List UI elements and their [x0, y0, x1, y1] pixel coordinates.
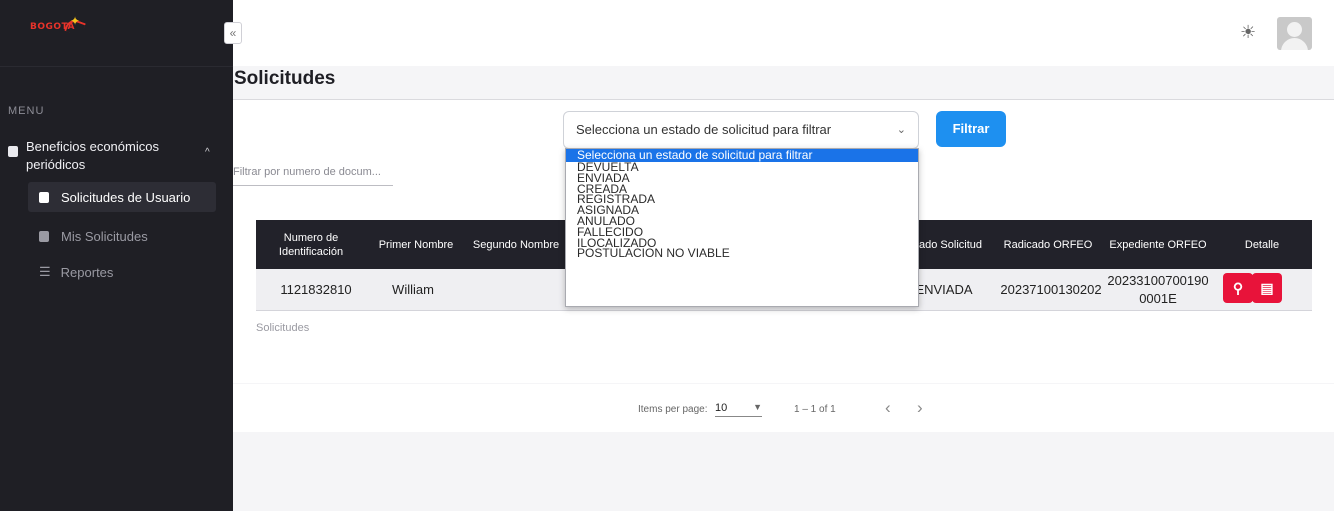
sidebar-divider [0, 66, 233, 67]
menu-label: MENU [8, 105, 45, 117]
dropdown-option[interactable]: POSTULACION NO VIABLE [566, 247, 918, 259]
document-icon [39, 230, 49, 242]
column-header-second-name[interactable]: Segundo Nombre [468, 220, 564, 269]
top-bar [233, 0, 1334, 66]
column-header-detalle: Detalle [1244, 238, 1280, 251]
search-icon: ⚲ [1232, 280, 1244, 296]
clipboard-button[interactable]: ▤ [1252, 273, 1282, 303]
column-header-radicado[interactable]: Radicado ORFEO [992, 220, 1104, 269]
status-dropdown-list: Selecciona un estado de solicitud para f… [565, 148, 919, 307]
page-title: Solicitudes [234, 68, 336, 89]
sidebar-item-mis-solicitudes[interactable]: Mis Solicitudes [28, 221, 216, 251]
bogota-logo[interactable]: BOGOTÁ ✦ [30, 14, 86, 37]
status-filter-select[interactable]: Selecciona un estado de solicitud para f… [563, 111, 919, 149]
sidebar-group-beneficios[interactable]: Beneficios económicos periódicos ^ [8, 138, 218, 176]
sidebar-header [0, 0, 233, 66]
clipboard-icon: ▤ [1260, 280, 1274, 296]
caret-down-icon: ▼ [753, 402, 762, 412]
column-header-expediente[interactable]: Expediente ORFEO [1104, 220, 1212, 269]
sidebar: BOGOTÁ ✦ MENU Beneficios económicos peri… [0, 0, 233, 511]
paginator: Items per page: 10 ▼ 1 – 1 of 1 ‹ › [233, 384, 1334, 432]
sidebar-group-label: Beneficios económicos periódicos [26, 139, 159, 172]
folder-icon [8, 146, 18, 157]
chevron-up-icon: ^ [205, 147, 210, 158]
cell-radicado: 20237100130202 [1000, 282, 1102, 297]
logo-star-icon: ✦ [70, 14, 81, 28]
previous-page-icon[interactable]: ‹ [885, 398, 891, 418]
avatar-body [1281, 38, 1308, 50]
cell-expediente: 202331007001900001E [1107, 273, 1209, 306]
next-page-icon[interactable]: › [917, 398, 923, 418]
sidebar-item-label: Mis Solicitudes [61, 228, 148, 244]
avatar-head [1287, 22, 1302, 37]
column-header-id[interactable]: Numero de Identificación [268, 220, 354, 269]
table-caption: Solicitudes [256, 322, 310, 334]
items-per-page-select[interactable]: 10 ▼ [715, 402, 762, 417]
filter-button[interactable]: Filtrar [936, 111, 1006, 147]
sidebar-item-solicitudes-usuario[interactable]: Solicitudes de Usuario [28, 182, 216, 212]
document-filter-input[interactable]: Filtrar por numero de docum... [233, 166, 393, 186]
status-filter-value: Selecciona un estado de solicitud para f… [576, 122, 832, 137]
view-detail-button[interactable]: ⚲ [1223, 273, 1253, 303]
chart-icon: ☰ [39, 264, 51, 279]
page-range: 1 – 1 of 1 [794, 404, 836, 415]
user-avatar[interactable] [1277, 17, 1312, 50]
sidebar-item-label: Reportes [60, 264, 114, 280]
chevron-down-icon: ⌄ [896, 124, 906, 136]
document-icon [39, 191, 49, 203]
cell-id: 1121832810 [280, 282, 352, 297]
items-per-page-value: 10 [715, 402, 728, 414]
cell-first-name: William [392, 282, 434, 297]
column-header-first-name[interactable]: Primer Nombre [368, 220, 464, 269]
collapse-sidebar-button[interactable]: « [224, 22, 242, 44]
sidebar-item-label: Solicitudes de Usuario [61, 189, 191, 205]
items-per-page-label: Items per page: [638, 404, 708, 415]
theme-toggle-sun-icon[interactable]: ☀ [1240, 22, 1256, 43]
sidebar-item-reportes[interactable]: ☰ Reportes [28, 257, 216, 287]
